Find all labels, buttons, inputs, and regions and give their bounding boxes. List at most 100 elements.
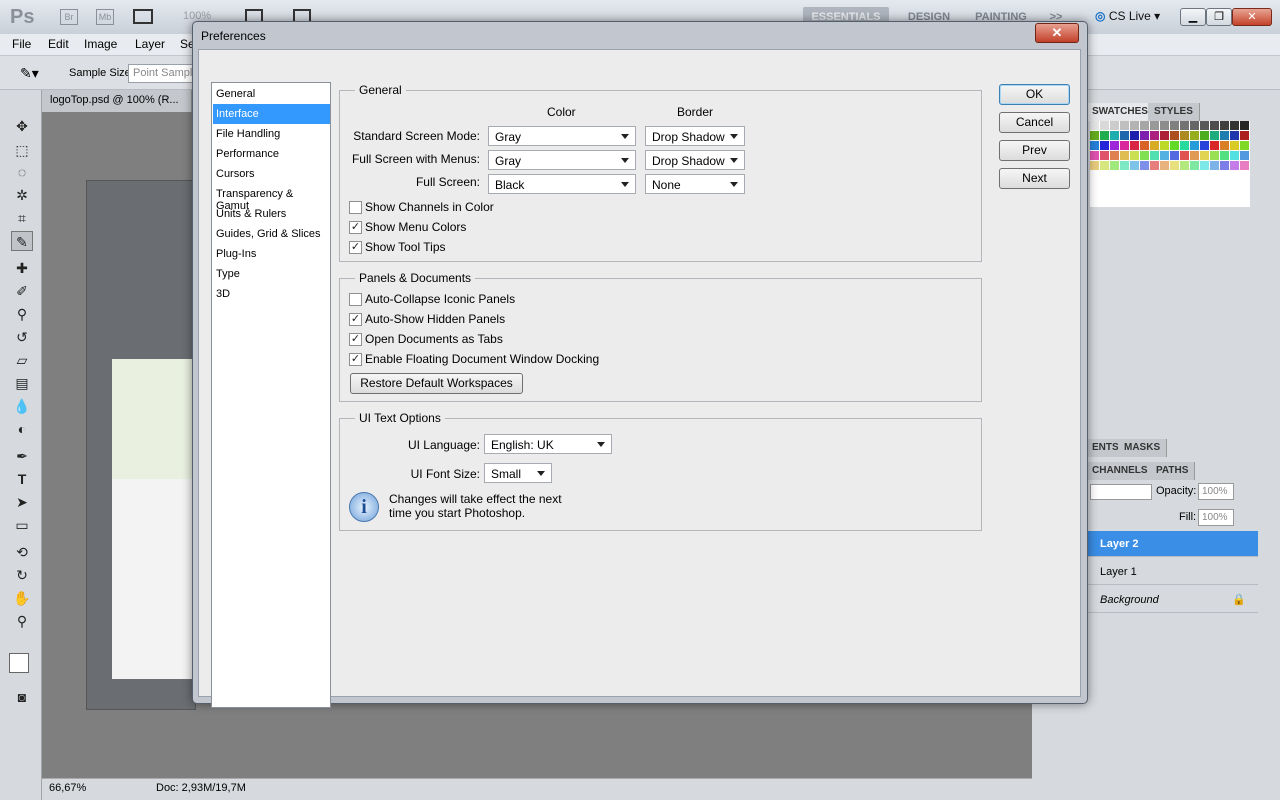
category-3d[interactable]: 3D — [213, 284, 330, 304]
healing-brush-icon[interactable]: ✚ — [11, 258, 33, 278]
swatch-cell[interactable] — [1240, 151, 1249, 160]
swatch-cell[interactable] — [1100, 141, 1109, 150]
category-units-rulers[interactable]: Units & Rulers — [213, 204, 330, 224]
eyedropper-tool-icon[interactable]: ✎ — [11, 231, 33, 251]
eraser-tool-icon[interactable]: ▱ — [11, 350, 33, 370]
close-window-button[interactable]: ✕ — [1232, 8, 1272, 26]
show-tool-tips-checkbox[interactable]: ✓ — [349, 241, 362, 254]
category-performance[interactable]: Performance — [213, 144, 330, 164]
quick-mask-icon[interactable]: ◙ — [11, 687, 33, 707]
swatch-cell[interactable] — [1140, 161, 1149, 170]
tab-channels[interactable]: CHANNELS — [1086, 462, 1155, 480]
swatch-cell[interactable] — [1200, 161, 1209, 170]
pen-tool-icon[interactable]: ✒ — [11, 446, 33, 466]
document-tab[interactable]: logoTop.psd @ 100% (R... — [42, 90, 192, 112]
sample-size-select[interactable]: Point Sample — [128, 64, 200, 83]
category-guides-grid-slices[interactable]: Guides, Grid & Slices — [213, 224, 330, 244]
path-selection-icon[interactable]: ➤ — [11, 492, 33, 512]
menu-file[interactable]: File — [12, 37, 31, 51]
tab-paths[interactable]: PATHS — [1150, 462, 1196, 480]
maximize-button[interactable]: ❐ — [1206, 8, 1232, 26]
swatch-cell[interactable] — [1160, 131, 1169, 140]
standard-screen-color-select[interactable]: Gray — [488, 126, 636, 146]
swatch-cell[interactable] — [1100, 131, 1109, 140]
swatch-cell[interactable] — [1240, 141, 1249, 150]
swatch-cell[interactable] — [1190, 121, 1199, 130]
swatch-cell[interactable] — [1210, 161, 1219, 170]
swatch-cell[interactable] — [1140, 151, 1149, 160]
swatch-cell[interactable] — [1090, 161, 1099, 170]
swatch-cell[interactable] — [1180, 121, 1189, 130]
swatch-cell[interactable] — [1170, 151, 1179, 160]
swatch-cell[interactable] — [1120, 141, 1129, 150]
category-interface[interactable]: Interface — [213, 104, 330, 124]
foreground-color-swatch[interactable] — [9, 653, 29, 673]
swatch-cell[interactable] — [1130, 161, 1139, 170]
swatch-cell[interactable] — [1180, 131, 1189, 140]
swatch-cell[interactable] — [1110, 161, 1119, 170]
extras-icon[interactable] — [133, 9, 153, 24]
swatch-cell[interactable] — [1210, 121, 1219, 130]
swatch-cell[interactable] — [1210, 151, 1219, 160]
full-screen-menus-color-select[interactable]: Gray — [488, 150, 636, 170]
full-screen-border-select[interactable]: None — [645, 174, 745, 194]
type-tool-icon[interactable]: T — [11, 469, 33, 489]
swatch-cell[interactable] — [1100, 161, 1109, 170]
swatch-cell[interactable] — [1110, 151, 1119, 160]
category-general[interactable]: General — [213, 84, 330, 104]
swatch-cell[interactable] — [1230, 151, 1239, 160]
swatch-cell[interactable] — [1100, 121, 1109, 130]
opacity-input[interactable]: 100% — [1198, 483, 1234, 500]
dialog-close-button[interactable]: ✕ — [1035, 23, 1079, 43]
swatch-cell[interactable] — [1120, 161, 1129, 170]
swatch-cell[interactable] — [1200, 121, 1209, 130]
swatch-cell[interactable] — [1160, 121, 1169, 130]
swatch-cell[interactable] — [1120, 121, 1129, 130]
swatch-cell[interactable] — [1150, 151, 1159, 160]
show-channels-color-checkbox[interactable] — [349, 201, 362, 214]
swatch-cell[interactable] — [1130, 151, 1139, 160]
menu-layer[interactable]: Layer — [135, 37, 165, 51]
swatch-cell[interactable] — [1170, 141, 1179, 150]
category-transparency-gamut[interactable]: Transparency & Gamut — [213, 184, 330, 212]
swatch-cell[interactable] — [1220, 161, 1229, 170]
history-brush-icon[interactable]: ↺ — [11, 327, 33, 347]
swatch-cell[interactable] — [1130, 121, 1139, 130]
swatch-cell[interactable] — [1150, 121, 1159, 130]
swatch-cell[interactable] — [1110, 121, 1119, 130]
open-docs-tabs-checkbox[interactable]: ✓ — [349, 333, 362, 346]
ui-language-select[interactable]: English: UK — [484, 434, 612, 454]
swatch-cell[interactable] — [1150, 131, 1159, 140]
swatch-cell[interactable] — [1110, 141, 1119, 150]
floating-docking-checkbox[interactable]: ✓ — [349, 353, 362, 366]
hand-tool-icon[interactable]: ✋ — [11, 588, 33, 608]
swatch-cell[interactable] — [1140, 141, 1149, 150]
swatch-cell[interactable] — [1140, 121, 1149, 130]
cs-live-button[interactable]: ◎ CS Live ▾ — [1095, 9, 1160, 23]
standard-screen-border-select[interactable]: Drop Shadow — [645, 126, 745, 146]
swatch-cell[interactable] — [1190, 141, 1199, 150]
brush-tool-icon[interactable]: ✐ — [11, 281, 33, 301]
swatch-cell[interactable] — [1090, 121, 1099, 130]
swatch-cell[interactable] — [1120, 131, 1129, 140]
category-cursors[interactable]: Cursors — [213, 164, 330, 184]
tab-styles[interactable]: STYLES — [1148, 103, 1200, 121]
swatch-cell[interactable] — [1120, 151, 1129, 160]
swatch-cell[interactable] — [1190, 161, 1199, 170]
blend-mode-select[interactable] — [1090, 484, 1152, 500]
ui-font-size-select[interactable]: Small — [484, 463, 552, 483]
3d-orbit-icon[interactable]: ↻ — [11, 565, 33, 585]
swatch-cell[interactable] — [1180, 151, 1189, 160]
swatch-cell[interactable] — [1220, 151, 1229, 160]
swatch-cell[interactable] — [1200, 151, 1209, 160]
blur-tool-icon[interactable]: 💧 — [11, 396, 33, 416]
swatch-cell[interactable] — [1160, 151, 1169, 160]
swatch-cell[interactable] — [1230, 141, 1239, 150]
tab-masks[interactable]: MASKS — [1118, 439, 1168, 457]
quick-selection-tool-icon[interactable]: ✲ — [11, 185, 33, 205]
swatch-cell[interactable] — [1210, 141, 1219, 150]
swatch-cell[interactable] — [1200, 141, 1209, 150]
swatch-cell[interactable] — [1150, 161, 1159, 170]
swatch-cell[interactable] — [1160, 161, 1169, 170]
swatch-cell[interactable] — [1170, 121, 1179, 130]
